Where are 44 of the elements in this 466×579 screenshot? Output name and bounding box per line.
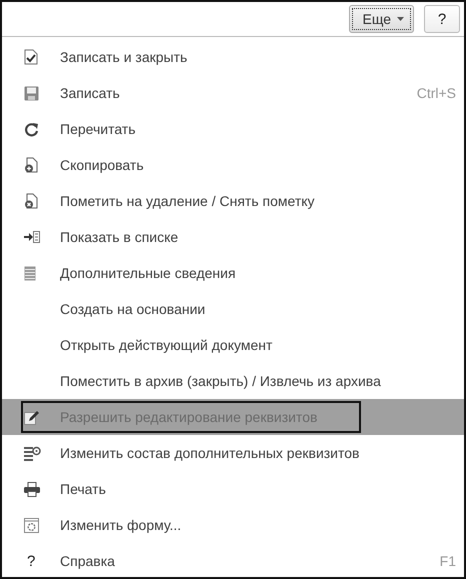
menu-item-label: Открыть действующий документ — [60, 337, 274, 353]
shortcut-label: Ctrl+S — [416, 85, 457, 101]
menu-item[interactable]: Записать Ctrl+S — [2, 75, 464, 111]
menu-item[interactable]: Показать в списке — [2, 219, 464, 255]
help-icon: ? — [24, 552, 36, 570]
caret-icon — [397, 17, 404, 21]
document-check-icon — [24, 49, 38, 65]
menu-item[interactable]: ? Справка F1 — [2, 543, 464, 577]
refresh-icon — [24, 122, 39, 136]
more-button[interactable]: Еще — [348, 5, 414, 33]
menu-item-label: Изменить состав дополнительных реквизитов — [60, 445, 360, 461]
menu-item-label: Печать — [60, 481, 107, 497]
menu-item-label: Создать на основании — [60, 301, 206, 317]
menu-item[interactable]: Печать — [2, 471, 464, 507]
window-gear-icon — [24, 518, 39, 532]
list-gear-icon — [24, 446, 41, 460]
printer-icon — [24, 482, 40, 496]
menu-item-label: Записать — [60, 85, 121, 101]
menu-item[interactable]: Создать на основании — [2, 291, 464, 327]
menu-item[interactable]: Скопировать — [2, 147, 464, 183]
document-cross-icon — [24, 193, 38, 209]
menu-item-label: Скопировать — [60, 157, 145, 173]
menu-item[interactable]: Изменить состав дополнительных реквизитов — [2, 435, 464, 471]
menu-item[interactable]: Поместить в архив (закрыть) / Извлечь из архива — [2, 363, 464, 399]
menu-item-label: Дополнительные сведения — [60, 265, 237, 281]
help-button[interactable]: ? — [424, 5, 460, 33]
menu-item[interactable]: Дополнительные сведения — [2, 255, 464, 291]
menu-item[interactable]: Открыть действующий документ — [2, 327, 464, 363]
menu-item[interactable]: Изменить форму... — [2, 507, 464, 543]
menu-item-label: Поместить в архив (закрыть) / Извлечь из архива — [60, 373, 382, 389]
arrow-list-icon — [24, 230, 40, 244]
menu-item-label: Записать и закрыть — [60, 49, 188, 65]
document-plus-icon — [24, 157, 38, 173]
list-icon — [24, 266, 36, 280]
menu-item-label: Перечитать — [60, 121, 137, 137]
pencil-icon — [24, 410, 39, 424]
shortcut-label: F1 — [440, 553, 457, 569]
menu-item-label: Справка — [60, 553, 116, 569]
menu-item-label: Показать в списке — [60, 229, 180, 245]
menu-item[interactable]: Пометить на удаление / Снять пометку — [2, 183, 464, 219]
menu-item-label: Пометить на удаление / Снять пометку — [60, 193, 316, 209]
menu-item-label: Изменить форму... — [60, 517, 182, 533]
menu-item[interactable]: Перечитать — [2, 111, 464, 147]
menu-item[interactable]: Записать и закрыть — [2, 39, 464, 75]
